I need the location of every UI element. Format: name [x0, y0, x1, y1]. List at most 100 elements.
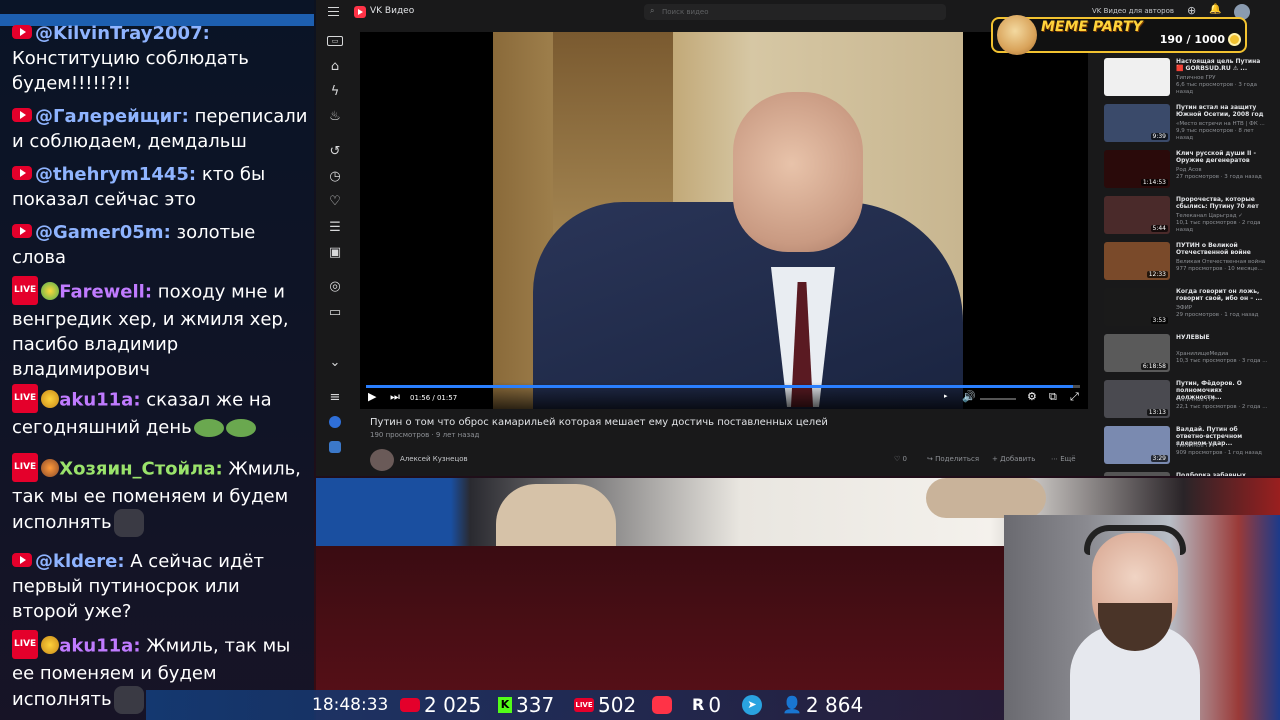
- recommendation-title[interactable]: Путин встал на защиту Южной Осетии, 2008…: [1176, 104, 1268, 118]
- recommendation-thumbnail[interactable]: 5:44: [1104, 196, 1170, 234]
- shorts-icon[interactable]: ϟ: [327, 84, 343, 100]
- live-badge: LIVE: [12, 453, 39, 482]
- chevron-down-icon[interactable]: ⌄: [327, 355, 343, 371]
- recommendation-thumbnail[interactable]: [1104, 58, 1170, 96]
- recommendation-title[interactable]: Настоящая цель Путина 🟥 GORBSUD.RU ⚠ ...: [1176, 58, 1268, 72]
- watch-later-icon[interactable]: ◷: [327, 169, 343, 185]
- recommendation-channel[interactable]: «Место встречи на НТВ | ФК ...: [1176, 121, 1268, 128]
- recommendation-thumbnail[interactable]: 9:39: [1104, 104, 1170, 142]
- recommendation-title[interactable]: Клич русской души II - Оружие дегенерато…: [1176, 150, 1268, 164]
- fullscreen-icon[interactable]: ⤢: [1070, 390, 1079, 404]
- volume-icon[interactable]: 🔊: [962, 390, 976, 403]
- recommendation-title[interactable]: Подборка забавных: [1176, 472, 1268, 476]
- chat-nick: aku11a:: [59, 389, 141, 411]
- recommendation-channel[interactable]: Великая Отечественная война: [1176, 259, 1268, 266]
- video-player[interactable]: ▶ ⏭ 01:56 / 01:57 ▸ 🔊 ⚙ ⧉ ⤢: [360, 32, 1088, 409]
- recommendation-item[interactable]: 6:18:58 НУЛЕВЫЕ ХранилищеМедиа 10,3 тыс про…: [1104, 334, 1270, 376]
- recommendation-thumbnail[interactable]: 13:13: [1104, 380, 1170, 418]
- player-controls: ▶ ⏭ 01:56 / 01:57 ▸ 🔊 ⚙ ⧉ ⤢: [360, 382, 1088, 409]
- progress-bar[interactable]: [366, 385, 1080, 388]
- miniplayer-icon[interactable]: ⧉: [1049, 390, 1057, 404]
- history-icon[interactable]: ↺: [327, 144, 343, 160]
- live-badge: LIVE: [12, 630, 39, 659]
- chat-message: @KilvinTray2007: Конституцию соблюдать б…: [12, 21, 308, 96]
- meme-party-progress: 190 / 1000: [1159, 33, 1225, 46]
- recommendation-title[interactable]: НУЛЕВЫЕ: [1176, 334, 1268, 341]
- next-icon[interactable]: ⏭: [390, 390, 400, 404]
- recommendation-thumbnail[interactable]: 3:29: [1104, 426, 1170, 464]
- trending-icon[interactable]: ♨: [327, 109, 343, 125]
- recommendation-channel[interactable]: Типичное ГРУ: [1176, 443, 1268, 450]
- author-name[interactable]: Алексей Кузнецов: [400, 455, 468, 463]
- monitor-icon[interactable]: ▭: [327, 305, 343, 321]
- plus-icon: +: [992, 455, 998, 463]
- streamer: [1070, 525, 1200, 720]
- recommendation-channel[interactable]: Телеканал Царьград ✓: [1176, 213, 1268, 220]
- recommendation-item[interactable]: 12:33 ПУТИН о Великой Отечественной войне…: [1104, 242, 1270, 284]
- home-icon[interactable]: ⌂: [327, 59, 343, 75]
- recommendation-item[interactable]: Подборка забавных: [1104, 472, 1270, 476]
- total-viewers: 👤 2 864: [782, 692, 863, 718]
- add-button[interactable]: + Добавить: [992, 455, 1035, 463]
- chat-message: LIVE aku11a: сказал же на сегодняшний ден…: [12, 384, 308, 440]
- for-authors-link[interactable]: VK Видео для авторов: [1092, 7, 1174, 15]
- vk-live-viewers: LIVE 502: [574, 692, 636, 718]
- vk-video-logo-icon[interactable]: [354, 6, 366, 18]
- emoji-icon: [41, 458, 60, 477]
- recommendation-meta: 909 просмотров · 1 год назад: [1176, 450, 1262, 456]
- recommendation-channel[interactable]: Типичное ГРУ: [1176, 75, 1268, 82]
- recommendation-thumbnail[interactable]: 3:53: [1104, 288, 1170, 326]
- recommendation-thumbnail[interactable]: 1:14:53: [1104, 150, 1170, 188]
- search-bar[interactable]: ⌕ Поиск видео: [644, 4, 946, 20]
- recommendation-title[interactable]: Когда говорит он ложь, говорит свой, ибо…: [1176, 288, 1268, 302]
- vk-play-indicator: [652, 692, 676, 718]
- channel-avatar-icon[interactable]: [329, 441, 341, 453]
- total-viewers-count: 2 864: [805, 693, 864, 717]
- more-button[interactable]: ⋯ Ещё: [1051, 455, 1076, 463]
- recommendation-thumbnail[interactable]: [1104, 472, 1170, 476]
- recommendation-item[interactable]: 1:14:53 Клич русской души II - Оружие дег…: [1104, 150, 1270, 192]
- vk-live-icon: LIVE: [574, 697, 594, 712]
- recommendation-item[interactable]: 13:13 Путин, Фёдоров. О полномочиях должн…: [1104, 380, 1270, 422]
- liked-icon[interactable]: ♡: [327, 194, 343, 210]
- emoji-icon: [41, 281, 60, 300]
- chat-message: @thehrym1445: кто бы показал сейчас это: [12, 162, 308, 212]
- recommendation-channel[interactable]: Типичное ГРУ: [1176, 397, 1268, 404]
- vk-tv-icon[interactable]: ▭: [327, 36, 343, 46]
- recommendation-item[interactable]: 9:39 Путин встал на защиту Южной Осетии, …: [1104, 104, 1270, 146]
- recommendation-item[interactable]: Настоящая цель Путина 🟥 GORBSUD.RU ⚠ ...…: [1104, 58, 1270, 100]
- recommendation-item[interactable]: 3:29 Валдай. Путин об ответно-встречном я…: [1104, 426, 1270, 468]
- recommendation-title[interactable]: ПУТИН о Великой Отечественной войне: [1176, 242, 1268, 256]
- share-button[interactable]: ↪ Поделиться: [927, 455, 979, 463]
- recommendation-thumbnail[interactable]: 12:33: [1104, 242, 1170, 280]
- play-icon[interactable]: ▶: [368, 390, 376, 403]
- volume-slider[interactable]: [980, 398, 1016, 400]
- subscriptions-icon[interactable]: ▣: [327, 245, 343, 261]
- time-display: 01:56 / 01:57: [410, 394, 458, 402]
- recommendation-item[interactable]: 3:53 Когда говорит он ложь, говорит свой,…: [1104, 288, 1270, 330]
- recommendation-channel[interactable]: ХранилищеМедиа: [1176, 351, 1268, 358]
- menu-icon[interactable]: [328, 7, 339, 16]
- playlists-icon[interactable]: ☰: [327, 220, 343, 236]
- search-input[interactable]: Поиск видео: [662, 8, 709, 16]
- recommendation-meta: 22,1 тыс просмотров · 2 года ...: [1176, 404, 1268, 410]
- vk-logo-text[interactable]: VK Видео: [370, 6, 414, 16]
- notifications-icon[interactable]: 🔔: [1209, 4, 1221, 15]
- settings-icon[interactable]: ⚙: [1027, 390, 1037, 403]
- globe-icon[interactable]: ◎: [327, 279, 343, 295]
- recommendation-title[interactable]: Пророчества, которые сбылись: Путину 70 …: [1176, 196, 1268, 210]
- list-icon[interactable]: ≡: [327, 390, 343, 406]
- like-button[interactable]: ♡ 0: [894, 455, 907, 463]
- channel-avatar-icon[interactable]: [329, 416, 341, 428]
- recommendation-duration: 5:44: [1150, 225, 1168, 232]
- video-age: 9 лет назад: [435, 431, 480, 439]
- recommendation-item[interactable]: 5:44 Пророчества, которые сбылись: Путину…: [1104, 196, 1270, 238]
- author-avatar[interactable]: [370, 449, 394, 471]
- more-label: Ещё: [1060, 455, 1076, 463]
- recommendation-channel[interactable]: Род Асов: [1176, 167, 1268, 174]
- upload-icon[interactable]: ⊕: [1187, 4, 1196, 17]
- recommendation-channel[interactable]: ЭФИР: [1176, 305, 1268, 312]
- next-small-icon[interactable]: ▸: [944, 392, 948, 400]
- chat-message: LIVE Farewell: походу мне и венгредик хер…: [12, 276, 308, 382]
- recommendation-thumbnail[interactable]: 6:18:58: [1104, 334, 1170, 372]
